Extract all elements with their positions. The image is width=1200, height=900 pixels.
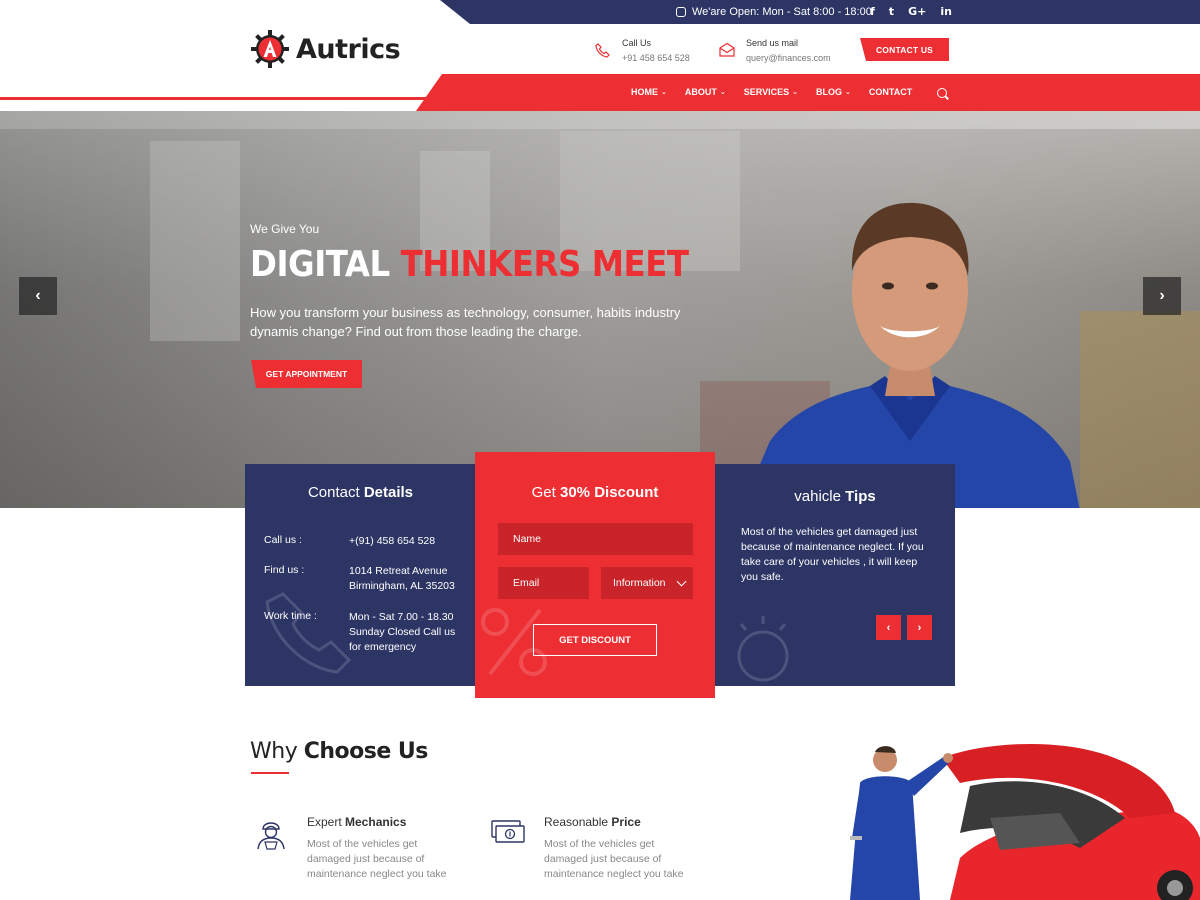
mechanic-photo	[741, 202, 1080, 508]
discount-box: Get 30% Discount Name Email Information …	[475, 452, 715, 698]
contact-value: 1014 Retreat Avenue Birmingham, AL 35203	[349, 565, 455, 592]
chevron-down-icon: ⌄	[719, 89, 726, 96]
logo-icon	[251, 30, 289, 68]
email-field[interactable]: Email	[498, 567, 589, 599]
feature-title: Reasonable Price	[544, 815, 689, 829]
tips-prev-button[interactable]: ‹	[876, 615, 901, 640]
title-bold: Price	[611, 815, 641, 829]
contact-label: Call us :	[264, 534, 302, 546]
mail-title: Send us mail	[746, 38, 799, 48]
nav-item-blog[interactable]: BLOG ⌄	[816, 87, 851, 97]
social-links: f t G+ in	[870, 5, 952, 18]
logo-text: Autrics	[296, 33, 401, 65]
facebook-icon[interactable]: f	[870, 5, 875, 18]
hero-next-button[interactable]: ›	[1143, 277, 1181, 315]
discount-title: Get 30% Discount	[475, 484, 715, 501]
title-bold: 30% Discount	[560, 484, 659, 501]
mail-info: Send us mail query@finances.com	[718, 38, 831, 63]
contact-value[interactable]: +(91) 458 654 528	[349, 534, 435, 549]
why-choose-us-title: Why Choose Us	[250, 739, 428, 764]
mechanic-car-photo	[850, 743, 1200, 900]
lightbulb-watermark-icon	[737, 616, 789, 682]
linkedin-icon[interactable]: in	[940, 5, 952, 18]
call-number[interactable]: +91 458 654 528	[622, 53, 690, 63]
chevron-down-icon: ⌄	[792, 89, 798, 96]
title-light: Expert	[307, 815, 346, 829]
search-icon[interactable]	[937, 88, 947, 98]
title-bold: Mechanics	[345, 815, 407, 829]
contact-value: Mon - Sat 7.00 - 18.30 Sunday Closed Cal…	[349, 611, 456, 653]
nav-label: HOME	[631, 87, 658, 97]
contact-details-box: Contact Details Call us : +(91) 458 654 …	[245, 464, 476, 686]
hero-title: DIGITAL THINKERS MEET	[250, 244, 689, 285]
mail-icon	[719, 42, 735, 57]
contact-row-call: Call us : +(91) 458 654 528	[264, 534, 435, 549]
title-light: Get	[531, 484, 560, 501]
title-bold: Tips	[845, 488, 876, 505]
opening-hours: We'are Open: Mon - Sat 8:00 - 18:00	[676, 6, 872, 18]
chevron-down-icon: ⌄	[844, 89, 851, 96]
nav-label: SERVICES	[743, 87, 790, 97]
clock-icon	[676, 7, 686, 17]
mechanic-icon	[257, 822, 285, 850]
money-icon	[491, 820, 525, 843]
hero-prev-button[interactable]: ‹	[19, 277, 57, 315]
twitter-icon[interactable]: t	[889, 5, 894, 18]
nav-item-about[interactable]: ABOUT ⌄	[685, 87, 726, 97]
information-select[interactable]: Information	[601, 567, 693, 599]
hero-title-white: DIGITAL	[250, 244, 401, 285]
header-accent-line	[0, 97, 440, 100]
nav-label: ABOUT	[684, 87, 717, 97]
title-light: vahicle	[794, 488, 846, 505]
select-value: Information	[613, 577, 666, 589]
title-underline	[251, 772, 289, 774]
feature-reasonable-price: Reasonable Price Most of the vehicles ge…	[490, 815, 689, 882]
contact-label: Work time :	[264, 610, 317, 622]
mail-address[interactable]: query@finances.com	[746, 53, 831, 63]
nav-item-contact[interactable]: CONTACT	[869, 87, 912, 97]
google-plus-icon[interactable]: G+	[908, 5, 926, 18]
contact-row-address: Find us : 1014 Retreat Avenue Birmingham…	[264, 564, 459, 594]
chevron-down-icon	[676, 576, 687, 587]
feature-expert-mechanics: Expert Mechanics Most of the vehicles ge…	[253, 815, 452, 882]
logo[interactable]: Autrics	[250, 29, 401, 69]
feature-description: Most of the vehicles get damaged just be…	[544, 838, 684, 880]
contact-us-button[interactable]: CONTACT US	[860, 38, 949, 61]
feature-title: Expert Mechanics	[307, 815, 452, 829]
hero-subtitle: We Give You	[250, 222, 320, 236]
tips-next-button[interactable]: ›	[907, 615, 932, 640]
contact-row-worktime: Work time : Mon - Sat 7.00 - 18.30 Sunda…	[264, 610, 459, 655]
chevron-down-icon: ⌄	[661, 89, 667, 96]
contact-details-title: Contact Details	[245, 484, 476, 501]
title-light: Reasonable	[544, 815, 612, 829]
main-nav: HOME ⌄ ABOUT ⌄ SERVICES ⌄ BLOG ⌄ CONTACT	[631, 87, 930, 97]
vehicle-tips-title: vahicle Tips	[715, 488, 955, 505]
call-info: Call Us +91 458 654 528	[594, 38, 690, 63]
call-title: Call Us	[622, 38, 652, 48]
title-light: Why	[250, 739, 304, 764]
opening-hours-text: We'are Open: Mon - Sat 8:00 - 18:00	[692, 6, 872, 18]
title-bold: Choose Us	[303, 739, 429, 764]
top-bar	[0, 0, 1200, 24]
vehicle-tips-text: Most of the vehicles get damaged just be…	[741, 526, 924, 583]
get-discount-button[interactable]: GET DISCOUNT	[533, 624, 657, 656]
nav-label: BLOG	[815, 87, 842, 97]
name-field[interactable]: Name	[498, 523, 693, 555]
nav-item-home[interactable]: HOME ⌄	[631, 87, 667, 97]
hero-title-red: THINKERS MEET	[400, 244, 689, 285]
title-light: Contact	[307, 484, 364, 501]
feature-description: Most of the vehicles get damaged just be…	[307, 838, 447, 880]
vehicle-tips-box: vahicle Tips Most of the vehicles get da…	[715, 464, 955, 686]
phone-icon	[595, 43, 610, 58]
nav-item-services[interactable]: SERVICES ⌄	[744, 87, 798, 97]
nav-label: CONTACT	[868, 87, 913, 97]
contact-label: Find us :	[264, 564, 305, 576]
get-appointment-button[interactable]: GET APPOINTMENT	[251, 360, 362, 388]
hero-description: How you transform your business as techn…	[250, 305, 681, 339]
title-bold: Details	[363, 484, 414, 501]
